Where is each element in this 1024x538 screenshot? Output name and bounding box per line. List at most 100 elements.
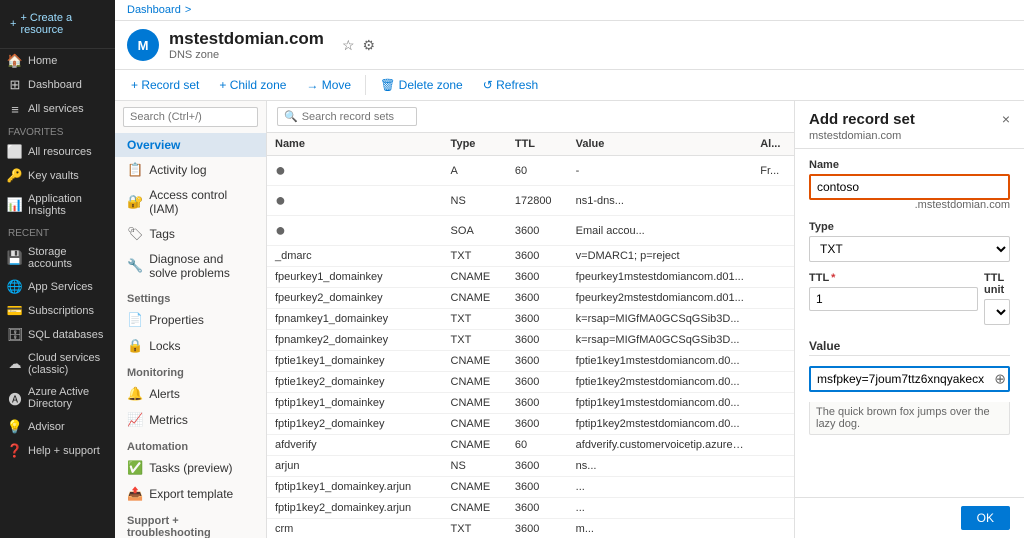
sidebar-item-app-services[interactable]: 🌐 App Services xyxy=(0,275,115,299)
table-cell-type: CNAME xyxy=(443,351,507,372)
breadcrumb-dashboard[interactable]: Dashboard xyxy=(127,4,181,16)
table-row[interactable]: ●A60-Fr... xyxy=(267,156,794,186)
help-icon: ❓ xyxy=(8,444,22,458)
ttl-unit-label: TTL unit xyxy=(984,272,1010,296)
table-row[interactable]: ●NS172800ns1-dns... xyxy=(267,186,794,216)
table-cell-value: fptip1key1mstestdomiancom.d0... xyxy=(568,393,753,414)
sidebar-item-all-services[interactable]: ≡ All services xyxy=(0,97,115,121)
table-cell-type: NS xyxy=(443,456,507,477)
table-row[interactable]: crmTXT3600m... xyxy=(267,519,794,538)
table-row[interactable]: fptie1key2_domainkeyCNAME3600fptie1key2m… xyxy=(267,372,794,393)
sidebar-item-home[interactable]: 🏠 Home xyxy=(0,49,115,73)
sidebar-item-help[interactable]: ❓ Help + support xyxy=(0,439,115,463)
table-cell-name: fpnamkey2_domainkey xyxy=(267,330,443,351)
sidebar-item-key-vaults[interactable]: 🔑 Key vaults xyxy=(0,164,115,188)
dns-area: 🔍 Name Type TTL Value Al... xyxy=(267,101,794,538)
table-cell-al xyxy=(752,477,794,498)
sidebar-item-cloud[interactable]: ☁ Cloud services (classic) xyxy=(0,347,115,381)
table-row[interactable]: ●SOA3600Email accou... xyxy=(267,216,794,246)
iam-icon: 🔐 xyxy=(127,194,143,210)
table-row[interactable]: fpeurkey1_domainkeyCNAME3600fpeurkey1mst… xyxy=(267,267,794,288)
type-select[interactable]: TXT A AAAA CNAME MX NS xyxy=(809,236,1010,262)
close-panel-button[interactable]: × xyxy=(1002,111,1010,127)
nav-item-iam[interactable]: 🔐 Access control (IAM) xyxy=(115,183,266,221)
nav-item-export[interactable]: 📤 Export template xyxy=(115,481,266,507)
record-set-button[interactable]: + Record set xyxy=(123,74,207,96)
col-value[interactable]: Value xyxy=(568,133,753,156)
sidebar-item-all-resources[interactable]: ⬜ All resources xyxy=(0,140,115,164)
table-cell-name: fptip1key1_domainkey.arjun xyxy=(267,477,443,498)
table-cell-al xyxy=(752,393,794,414)
table-row[interactable]: fpnamkey1_domainkeyTXT3600k=rsap=MIGfMA0… xyxy=(267,309,794,330)
table-row[interactable]: fptie1key1_domainkeyCNAME3600fptie1key1m… xyxy=(267,351,794,372)
sidebar-item-advisor[interactable]: 💡 Advisor xyxy=(0,415,115,439)
move-button[interactable]: → Move xyxy=(298,74,359,96)
ok-button[interactable]: OK xyxy=(961,506,1010,530)
sidebar-item-sql[interactable]: 🗄 SQL databases xyxy=(0,323,115,347)
table-cell-name: fptip1key2_domainkey xyxy=(267,414,443,435)
table-row[interactable]: _dmarcTXT3600v=DMARC1; p=reject xyxy=(267,246,794,267)
ttl-input[interactable] xyxy=(809,287,978,311)
col-al[interactable]: Al... xyxy=(752,133,794,156)
table-cell-al xyxy=(752,309,794,330)
sidebar: + + Create a resource 🏠 Home ⊞ Dashboard… xyxy=(0,0,115,538)
nav-item-tasks[interactable]: ✅ Tasks (preview) xyxy=(115,455,266,481)
table-row[interactable]: fpeurkey2_domainkeyCNAME3600fpeurkey2mst… xyxy=(267,288,794,309)
ttl-unit-select[interactable]: Hours Seconds Minutes Days xyxy=(984,299,1010,325)
sidebar-item-dashboard[interactable]: ⊞ Dashboard xyxy=(0,73,115,97)
col-ttl[interactable]: TTL xyxy=(507,133,568,156)
sidebar-item-label: Subscriptions xyxy=(28,305,94,317)
value-input[interactable] xyxy=(811,368,1008,390)
sidebar-item-aad[interactable]: 🅐 Azure Active Directory xyxy=(0,381,115,415)
name-input[interactable] xyxy=(809,174,1010,200)
table-cell-al xyxy=(752,216,794,246)
table-cell-ttl: 3600 xyxy=(507,288,568,309)
delete-zone-button[interactable]: 🗑 Delete zone xyxy=(372,74,471,96)
table-cell-type: TXT xyxy=(443,246,507,267)
favorite-icon[interactable]: ☆ xyxy=(342,37,355,54)
dns-search-input[interactable] xyxy=(302,111,412,123)
table-cell-ttl: 172800 xyxy=(507,186,568,216)
ttl-row: TTL* TTL unit Hours Seconds Minutes Days xyxy=(809,272,1010,325)
nav-item-locks[interactable]: 🔒 Locks xyxy=(115,333,266,359)
nav-item-activity[interactable]: 📋 Activity log xyxy=(115,157,266,183)
sidebar-item-label: Dashboard xyxy=(28,79,82,91)
child-zone-button[interactable]: + Child zone xyxy=(211,74,294,96)
table-cell-ttl: 3600 xyxy=(507,519,568,538)
settings-icon[interactable]: ⚙ xyxy=(363,37,376,54)
table-cell-al xyxy=(752,246,794,267)
col-type[interactable]: Type xyxy=(443,133,507,156)
table-cell-al xyxy=(752,186,794,216)
nav-item-overview[interactable]: Overview xyxy=(115,133,266,157)
refresh-button[interactable]: ↺ Refresh xyxy=(475,74,546,96)
sidebar-item-app-insights[interactable]: 📊 Application Insights xyxy=(0,188,115,222)
table-row[interactable]: fptip1key2_domainkeyCNAME3600fptip1key2m… xyxy=(267,414,794,435)
nav-item-properties[interactable]: 📄 Properties xyxy=(115,307,266,333)
nav-item-alerts[interactable]: 🔔 Alerts xyxy=(115,381,266,407)
nav-item-diagnose[interactable]: 🔧 Diagnose and solve problems xyxy=(115,247,266,285)
table-row[interactable]: fpnamkey2_domainkeyTXT3600k=rsap=MIGfMA0… xyxy=(267,330,794,351)
table-cell-name: ● xyxy=(267,156,443,186)
create-resource-button[interactable]: + + Create a resource xyxy=(8,8,107,40)
sidebar-item-storage[interactable]: 💾 Storage accounts xyxy=(0,241,115,275)
create-resource-label: + Create a resource xyxy=(20,12,105,36)
table-row[interactable]: fptip1key1_domainkey.arjunCNAME3600... xyxy=(267,477,794,498)
nav-item-label: Export template xyxy=(149,487,233,501)
nav-item-label: Activity log xyxy=(149,163,206,177)
type-label: Type xyxy=(809,221,1010,233)
nav-item-metrics[interactable]: 📈 Metrics xyxy=(115,407,266,433)
panel-header: Add record set mstestdomian.com × xyxy=(795,101,1024,149)
search-input[interactable] xyxy=(123,107,258,127)
value-action-button[interactable]: ⊕ xyxy=(994,371,1006,388)
nav-item-tags[interactable]: 🏷 Tags xyxy=(115,221,266,247)
sidebar-item-subscriptions[interactable]: 💳 Subscriptions xyxy=(0,299,115,323)
table-row[interactable]: arjunNS3600ns... xyxy=(267,456,794,477)
table-cell-type: CNAME xyxy=(443,372,507,393)
table-row[interactable]: fptip1key2_domainkey.arjunCNAME3600... xyxy=(267,498,794,519)
col-name[interactable]: Name xyxy=(267,133,443,156)
table-row[interactable]: afdverifyCNAME60afdverify.customervoicet… xyxy=(267,435,794,456)
table-cell-name: fptie1key1_domainkey xyxy=(267,351,443,372)
plus-icon: + xyxy=(10,18,16,30)
breadcrumb-separator: > xyxy=(185,4,191,16)
table-row[interactable]: fptip1key1_domainkeyCNAME3600fptip1key1m… xyxy=(267,393,794,414)
